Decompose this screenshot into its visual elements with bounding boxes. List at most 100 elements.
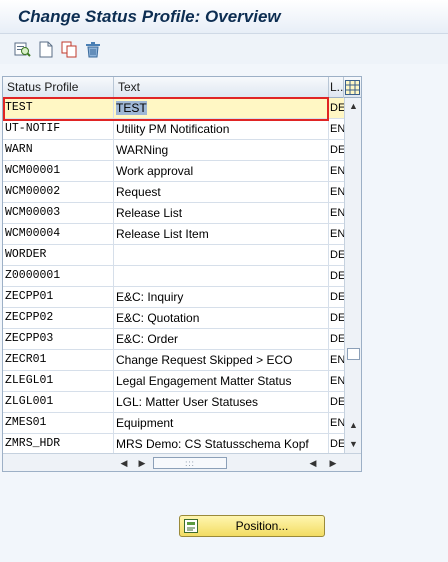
text-cell[interactable]: Release List — [114, 203, 329, 223]
table-row[interactable]: TEST TEST DE — [3, 98, 344, 119]
language-cell[interactable]: EN — [329, 203, 344, 223]
status-profile-cell[interactable]: WCM00004 — [3, 224, 114, 244]
language-cell[interactable]: EN — [329, 413, 344, 433]
table-row[interactable]: ZMRS_HDR MRS Demo: CS Statusschema Kopf DE — [3, 434, 344, 455]
text-cell[interactable]: E&C: Order — [114, 329, 329, 349]
scroll-right-icon[interactable]: ▶ — [327, 457, 339, 469]
scroll-left-small-icon[interactable]: ◀ — [307, 457, 319, 469]
table-row[interactable]: ZECPP01 E&C: Inquiry DE — [3, 287, 344, 308]
language-cell[interactable]: DE — [329, 140, 344, 160]
text-cell-value: Equipment — [116, 416, 174, 430]
language-cell[interactable]: DE — [329, 392, 344, 412]
column-header-status-profile[interactable]: Status Profile — [3, 77, 114, 98]
text-cell[interactable]: WARNing — [114, 140, 329, 160]
language-cell[interactable]: EN — [329, 119, 344, 139]
language-cell[interactable]: DE — [329, 434, 344, 454]
vertical-scrollbar[interactable]: ▲ ▲ ▼ — [344, 98, 361, 453]
title-bar: Change Status Profile: Overview — [0, 0, 448, 34]
vertical-scroll-thumb[interactable] — [347, 348, 360, 360]
new-entries-icon[interactable] — [37, 40, 55, 58]
scroll-right-small-icon[interactable]: ▶ — [136, 457, 148, 469]
status-profile-cell[interactable]: WCM00001 — [3, 161, 114, 181]
horizontal-scrollbar[interactable]: ◀ ▶ ::: ◀ ▶ — [3, 453, 361, 471]
table-row[interactable]: WCM00003 Release List EN — [3, 203, 344, 224]
language-cell[interactable]: EN — [329, 182, 344, 202]
text-cell[interactable]: Release List Item — [114, 224, 329, 244]
table-row[interactable]: ZECR01 Change Request Skipped > ECO EN — [3, 350, 344, 371]
language-cell[interactable]: EN — [329, 161, 344, 181]
table-row[interactable]: WCM00002 Request EN — [3, 182, 344, 203]
table-row[interactable]: ZECPP02 E&C: Quotation DE — [3, 308, 344, 329]
text-cell-value: WARNing — [116, 143, 169, 157]
table-settings-icon[interactable] — [344, 79, 361, 96]
text-cell-value: Request — [116, 185, 161, 199]
language-cell[interactable]: DE — [329, 329, 344, 349]
text-cell[interactable]: Request — [114, 182, 329, 202]
status-profile-cell[interactable]: ZMES01 — [3, 413, 114, 433]
table-row[interactable]: WARN WARNing DE — [3, 140, 344, 161]
text-cell[interactable]: Change Request Skipped > ECO — [114, 350, 329, 370]
status-profile-cell[interactable]: ZMRS_HDR — [3, 434, 114, 454]
table-row[interactable]: WCM00004 Release List Item EN — [3, 224, 344, 245]
status-profile-cell[interactable]: WCM00002 — [3, 182, 114, 202]
language-cell[interactable]: EN — [329, 224, 344, 244]
table-row[interactable]: ZLEGL01 Legal Engagement Matter Status EN — [3, 371, 344, 392]
table-row[interactable]: WORDER DE — [3, 245, 344, 266]
position-button[interactable]: Position... — [179, 515, 325, 537]
status-profile-cell[interactable]: UT-NOTIF — [3, 119, 114, 139]
text-cell[interactable]: Equipment — [114, 413, 329, 433]
scroll-up-small-icon[interactable]: ▲ — [348, 419, 359, 430]
status-profile-cell[interactable]: ZECPP02 — [3, 308, 114, 328]
language-cell[interactable]: DE — [329, 308, 344, 328]
language-cell[interactable]: EN — [329, 350, 344, 370]
status-profile-cell[interactable]: ZECPP03 — [3, 329, 114, 349]
text-cell[interactable]: E&C: Quotation — [114, 308, 329, 328]
scroll-left-icon[interactable]: ◀ — [118, 457, 130, 469]
status-profile-cell[interactable]: ZLEGL01 — [3, 371, 114, 391]
text-cell-value: Work approval — [116, 164, 194, 178]
language-cell[interactable]: DE — [329, 245, 344, 265]
column-header-language[interactable]: L.. — [329, 77, 344, 98]
table-row[interactable]: ZLGL001 LGL: Matter User Statuses DE — [3, 392, 344, 413]
table-row[interactable]: UT-NOTIF Utility PM Notification EN — [3, 119, 344, 140]
page-title: Change Status Profile: Overview — [18, 7, 281, 26]
status-profile-table: Status Profile Text L.. TEST TEST DE UT-NOT… — [2, 76, 362, 472]
status-profile-cell[interactable]: WORDER — [3, 245, 114, 265]
text-cell[interactable]: Utility PM Notification — [114, 119, 329, 139]
detail-icon[interactable] — [13, 40, 31, 58]
table-header: Status Profile Text L.. — [3, 77, 361, 98]
text-cell[interactable]: Work approval — [114, 161, 329, 181]
status-profile-cell[interactable]: ZLGL001 — [3, 392, 114, 412]
language-cell[interactable]: DE — [329, 287, 344, 307]
scroll-up-icon[interactable]: ▲ — [348, 100, 359, 111]
status-profile-cell[interactable]: WCM00003 — [3, 203, 114, 223]
column-header-text[interactable]: Text — [114, 77, 329, 98]
text-cell[interactable]: LGL: Matter User Statuses — [114, 392, 329, 412]
language-cell[interactable]: DE — [329, 98, 344, 118]
text-cell[interactable]: MRS Demo: CS Statusschema Kopf — [114, 434, 329, 454]
horizontal-scroll-thumb[interactable]: ::: — [153, 457, 227, 469]
text-cell-value: LGL: Matter User Statuses — [116, 395, 259, 409]
text-cell-value: Utility PM Notification — [116, 122, 230, 136]
delete-icon[interactable] — [84, 40, 102, 58]
status-profile-cell[interactable]: WARN — [3, 140, 114, 160]
text-cell[interactable]: Legal Engagement Matter Status — [114, 371, 329, 391]
status-profile-cell[interactable]: TEST — [3, 98, 114, 118]
table-row[interactable]: ZMES01 Equipment EN — [3, 413, 344, 434]
status-profile-cell[interactable]: ZECPP01 — [3, 287, 114, 307]
table-row[interactable]: Z0000001 DE — [3, 266, 344, 287]
table-row[interactable]: ZECPP03 E&C: Order DE — [3, 329, 344, 350]
language-cell[interactable]: DE — [329, 266, 344, 286]
text-cell[interactable] — [114, 266, 329, 286]
scroll-down-icon[interactable]: ▼ — [348, 438, 359, 449]
copy-as-icon[interactable] — [60, 40, 78, 58]
text-cell[interactable]: TEST — [114, 98, 329, 118]
language-cell[interactable]: EN — [329, 371, 344, 391]
text-cell[interactable] — [114, 245, 329, 265]
text-cell-value: E&C: Inquiry — [116, 290, 184, 304]
table-row[interactable]: WCM00001 Work approval EN — [3, 161, 344, 182]
status-profile-cell[interactable]: ZECR01 — [3, 350, 114, 370]
status-profile-cell[interactable]: Z0000001 — [3, 266, 114, 286]
text-cell[interactable]: E&C: Inquiry — [114, 287, 329, 307]
text-cell-value: Release List — [116, 206, 183, 220]
